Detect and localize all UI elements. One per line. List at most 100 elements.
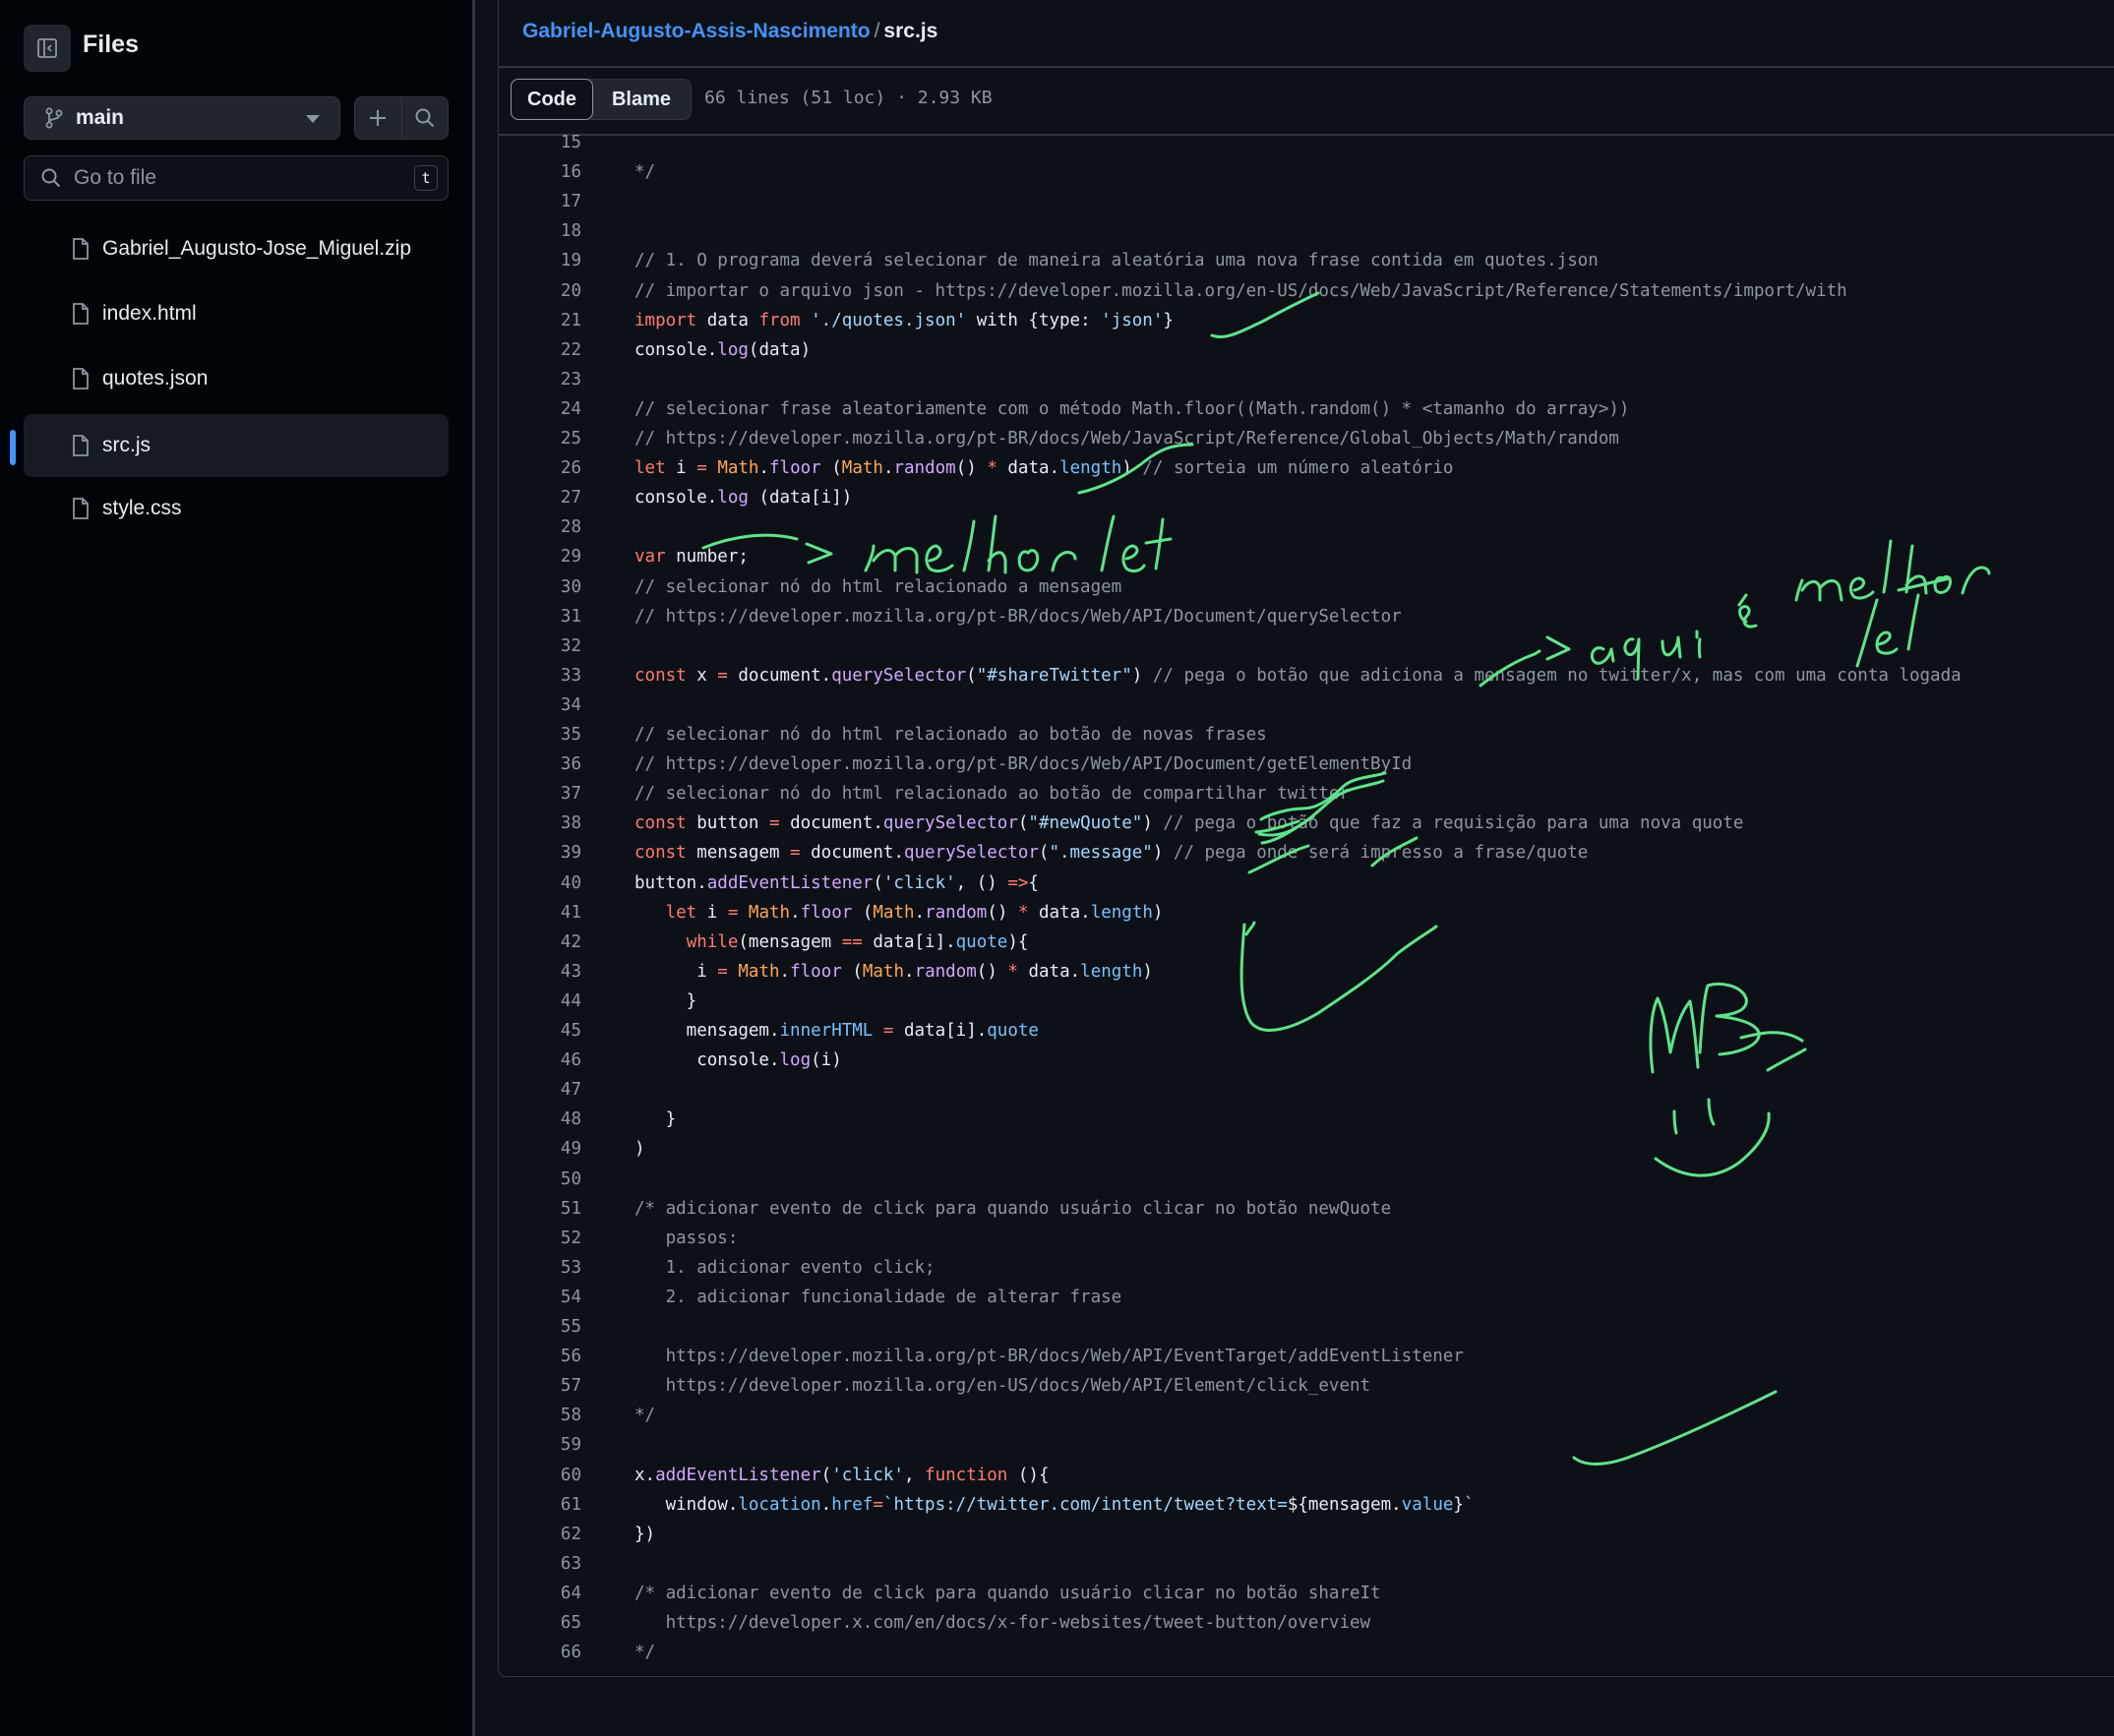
line-number[interactable]: 63: [499, 1554, 581, 1574]
line-number[interactable]: 30: [499, 577, 581, 597]
line-number[interactable]: 42: [499, 932, 581, 952]
line-number[interactable]: 21: [499, 311, 581, 330]
line-number[interactable]: 46: [499, 1050, 581, 1070]
tab-blame[interactable]: Blame: [592, 80, 691, 119]
search-files-button[interactable]: [400, 97, 449, 139]
line-number[interactable]: 26: [499, 458, 581, 478]
code-line: console.log (data[i]): [634, 488, 853, 509]
code-line: /* adicionar evento de click para quando…: [634, 1198, 1392, 1219]
line-number[interactable]: 47: [499, 1080, 581, 1100]
line-number[interactable]: 37: [499, 784, 581, 804]
file-tree-item[interactable]: index.html: [24, 282, 449, 345]
line-number[interactable]: 59: [499, 1435, 581, 1455]
breadcrumb-repo-link[interactable]: Gabriel-Augusto-Assis-Nascimento: [522, 20, 871, 42]
line-number[interactable]: 34: [499, 695, 581, 715]
code-line: let i = Math.floor (Math.random() * data…: [665, 902, 1164, 923]
line-number[interactable]: 44: [499, 991, 581, 1011]
line-number[interactable]: 62: [499, 1525, 581, 1544]
line-number[interactable]: 51: [499, 1199, 581, 1219]
line-number[interactable]: 48: [499, 1109, 581, 1129]
line-number[interactable]: 40: [499, 873, 581, 893]
line-number[interactable]: 64: [499, 1584, 581, 1603]
line-number[interactable]: 49: [499, 1139, 581, 1159]
line-number[interactable]: 22: [499, 340, 581, 360]
line-number[interactable]: 29: [499, 547, 581, 567]
sidebar-collapse-icon: [37, 38, 57, 58]
line-number[interactable]: 38: [499, 813, 581, 833]
file-name: style.css: [102, 497, 182, 519]
search-icon: [415, 108, 434, 128]
line-number[interactable]: 61: [499, 1495, 581, 1515]
code-line: x.addEventListener('click', function (){: [634, 1465, 1050, 1485]
keyboard-shortcut-hint: t: [414, 165, 438, 191]
line-number[interactable]: 33: [499, 666, 581, 686]
add-file-button[interactable]: [355, 97, 401, 139]
active-file-indicator: [10, 430, 16, 465]
line-number[interactable]: 60: [499, 1466, 581, 1485]
line-number[interactable]: 54: [499, 1287, 581, 1307]
line-number[interactable]: 41: [499, 903, 581, 923]
code-line: button.addEventListener('click', () =>{: [634, 872, 1039, 893]
code-line: */: [634, 1406, 656, 1426]
line-number[interactable]: 55: [499, 1317, 581, 1337]
line-number[interactable]: 25: [499, 429, 581, 449]
line-number[interactable]: 52: [499, 1228, 581, 1248]
code-line: console.log(data): [634, 339, 812, 360]
breadcrumb: Gabriel-Augusto-Assis-Nascimento / src.js: [522, 20, 937, 43]
line-number[interactable]: 45: [499, 1021, 581, 1041]
line-number[interactable]: 31: [499, 607, 581, 627]
line-number[interactable]: 39: [499, 843, 581, 863]
file-tree-item[interactable]: style.css: [24, 477, 449, 540]
line-number[interactable]: 65: [499, 1613, 581, 1633]
divider: [499, 134, 2114, 136]
line-number[interactable]: 66: [499, 1643, 581, 1662]
line-number[interactable]: 18: [499, 221, 581, 241]
file-icon: [73, 435, 89, 456]
branch-name: main: [76, 106, 125, 129]
line-number[interactable]: 27: [499, 488, 581, 508]
code-line: https://developer.mozilla.org/en-US/docs…: [634, 1376, 1371, 1397]
line-number[interactable]: 43: [499, 962, 581, 982]
file-name: quotes.json: [102, 367, 209, 389]
code-line: const x = document.querySelector("#share…: [634, 665, 1962, 686]
line-number[interactable]: 50: [499, 1169, 581, 1189]
line-number[interactable]: 19: [499, 251, 581, 270]
line-number[interactable]: 53: [499, 1258, 581, 1278]
code-line: // selecionar frase aleatoriamente com o…: [634, 398, 1630, 419]
tab-code[interactable]: Code: [511, 79, 593, 120]
file-tree-item[interactable]: quotes.json: [24, 347, 449, 410]
sidebar-title: Files: [83, 30, 139, 58]
search-icon: [41, 168, 61, 188]
line-number[interactable]: 20: [499, 281, 581, 301]
line-number[interactable]: 58: [499, 1406, 581, 1425]
line-number[interactable]: 32: [499, 636, 581, 656]
code-line: // https://developer.mozilla.org/pt-BR/d…: [634, 754, 1413, 775]
file-tree-item[interactable]: Gabriel_Augusto-Jose_Miguel.zip: [24, 217, 449, 280]
line-number[interactable]: 36: [499, 754, 581, 774]
line-number[interactable]: 17: [499, 192, 581, 211]
go-to-file-input[interactable]: [74, 166, 398, 190]
sidebar-resize-handle[interactable]: [472, 0, 475, 1736]
code-line: // https://developer.mozilla.org/pt-BR/d…: [634, 606, 1402, 627]
file-icon: [73, 498, 89, 519]
branch-selector[interactable]: main: [24, 96, 340, 140]
line-number[interactable]: 56: [499, 1347, 581, 1366]
line-number[interactable]: 28: [499, 517, 581, 537]
file-tree-item-active[interactable]: src.js: [24, 414, 449, 477]
line-number[interactable]: 24: [499, 399, 581, 419]
line-number[interactable]: 15: [499, 133, 581, 152]
code-line: */: [634, 1643, 656, 1663]
code-line: const mensagem = document.querySelector(…: [634, 843, 1589, 864]
file-icon: [73, 368, 89, 389]
file-name: Gabriel_Augusto-Jose_Miguel.zip: [102, 237, 412, 260]
line-number[interactable]: 57: [499, 1376, 581, 1396]
line-number[interactable]: 23: [499, 370, 581, 389]
code-line: https://developer.mozilla.org/pt-BR/docs…: [634, 1347, 1464, 1367]
code-line: // https://developer.mozilla.org/pt-BR/d…: [634, 429, 1619, 449]
chevron-down-icon: [306, 115, 320, 123]
go-to-file-search[interactable]: t: [24, 155, 449, 201]
line-number[interactable]: 16: [499, 162, 581, 182]
sidebar-collapse-button[interactable]: [24, 25, 71, 72]
code-line: mensagem.innerHTML = data[i].quote: [634, 1021, 1039, 1041]
line-number[interactable]: 35: [499, 725, 581, 745]
